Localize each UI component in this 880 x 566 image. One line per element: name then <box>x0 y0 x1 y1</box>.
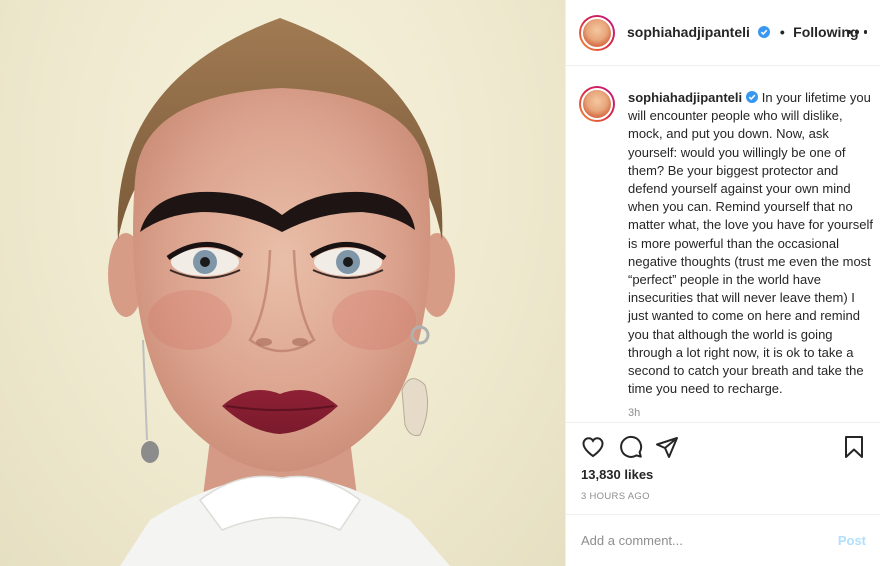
instagram-post: sophiahadjipanteli • Following sophiahad… <box>0 0 880 566</box>
avatar-image <box>581 88 613 120</box>
portrait-illustration <box>108 18 455 566</box>
post-photo[interactable] <box>0 0 565 566</box>
caption-text-block: sophiahadjipanteli In your lifetime you … <box>628 89 878 398</box>
verified-badge-icon <box>746 91 759 103</box>
separator-dot: • <box>779 23 785 40</box>
verified-badge-icon <box>758 25 771 38</box>
likes-count[interactable]: 13,830 likes <box>581 467 653 482</box>
caption-username-link[interactable]: sophiahadjipanteli <box>628 90 742 105</box>
post-sidebar: sophiahadjipanteli • Following sophiahad… <box>565 0 880 566</box>
post-comment-button[interactable]: Post <box>838 533 866 548</box>
more-options-icon[interactable] <box>847 22 867 42</box>
comment-icon[interactable] <box>619 435 643 459</box>
heart-icon[interactable] <box>581 435 605 459</box>
bookmark-icon[interactable] <box>842 435 866 459</box>
comment-form: Post <box>566 514 880 566</box>
post-timestamp[interactable]: 3 HOURS AGO <box>581 491 650 502</box>
comment-input[interactable] <box>581 533 838 548</box>
caption-text: In your lifetime you will encounter peop… <box>628 90 873 397</box>
actions-section: 13,830 likes 3 HOURS AGO <box>566 422 880 514</box>
author-username-link[interactable]: sophiahadjipanteli <box>627 24 750 40</box>
avatar-image <box>581 16 613 49</box>
author-avatar[interactable] <box>579 14 615 51</box>
share-icon[interactable] <box>655 435 679 459</box>
post-header: sophiahadjipanteli • Following <box>566 0 880 66</box>
header-author: sophiahadjipanteli • Following <box>627 24 859 42</box>
caption-author-avatar[interactable] <box>579 86 615 122</box>
caption-time[interactable]: 3h <box>628 407 640 419</box>
